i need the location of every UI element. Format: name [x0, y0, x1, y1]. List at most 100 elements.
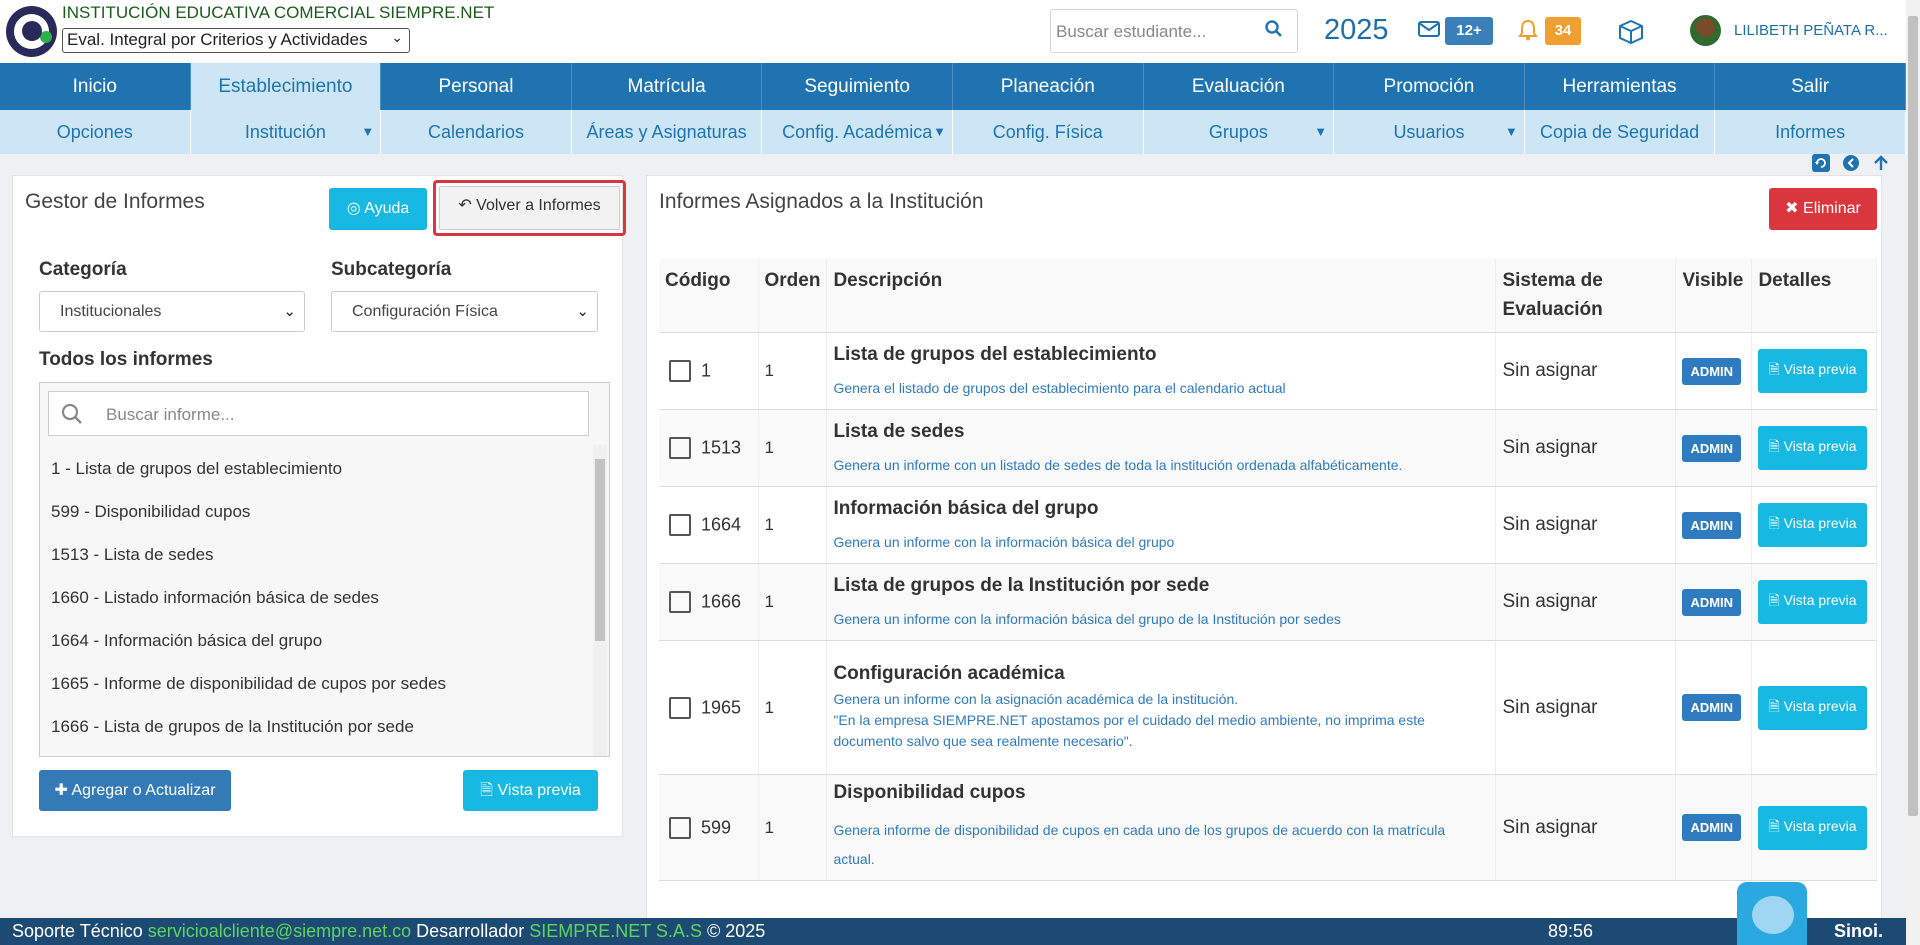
row-checkbox[interactable] [669, 696, 691, 719]
help-button[interactable]: ◎ Ayuda [329, 188, 427, 230]
nav-matricula[interactable]: Matrícula [572, 63, 763, 110]
mail-count-badge[interactable]: 12+ [1445, 17, 1493, 45]
nav-herramientas[interactable]: Herramientas [1525, 63, 1716, 110]
nav-promocion[interactable]: Promoción [1334, 63, 1525, 110]
nav-personal[interactable]: Personal [381, 63, 572, 110]
user-avatar[interactable] [1690, 15, 1721, 46]
preview-button[interactable]: 🗎 Vista previa [1758, 685, 1867, 730]
delete-button[interactable]: ✖ Eliminar [1769, 188, 1877, 230]
subnav-grupos[interactable]: Grupos ▼ [1144, 110, 1335, 154]
table-row: 599 1 Disponibilidad cupos Genera informe… [659, 774, 1877, 881]
list-item[interactable]: 1664 - Información básica del grupo [40, 619, 588, 662]
order-cell: 1 [758, 332, 828, 410]
envelope-icon[interactable] [1418, 21, 1440, 42]
main-nav: Inicio Establecimiento Personal Matrícul… [0, 63, 1906, 110]
row-checkbox[interactable] [669, 360, 691, 382]
brand-logo: Sinoi. [1834, 921, 1883, 941]
visibility-badge: ADMIN [1682, 814, 1742, 841]
preview-button[interactable]: 🗎 Vista previa [1758, 426, 1867, 470]
preview-button[interactable]: 🗎 Vista previa [1758, 349, 1867, 393]
description-cell: Disponibilidad cupos Genera informe de di… [826, 774, 1497, 881]
page-scrollbar[interactable] [1906, 0, 1920, 945]
preview-button-label: Vista previa [497, 782, 581, 799]
list-item[interactable]: 1 - Lista de grupos del establecimiento [40, 447, 588, 490]
search-icon[interactable] [1265, 20, 1283, 43]
report-code: 1965 [701, 697, 742, 717]
file-icon: 🗎 [480, 782, 494, 799]
category-select[interactable]: Institucionales ⌄ [39, 291, 305, 332]
details-cell: 🗎 Vista previa [1751, 563, 1877, 641]
add-update-button[interactable]: ✚ Agregar o Actualizar [39, 770, 231, 811]
system-cell: Sin asignar [1495, 409, 1677, 487]
report-search-input[interactable]: Buscar informe... [48, 391, 589, 436]
subnav-label: Áreas y Asignaturas [586, 122, 747, 142]
back-to-reports-button[interactable]: ↶ Volver a Informes [439, 186, 620, 230]
report-description: Genera informe de disponibilidad de cupo… [833, 821, 1446, 867]
nav-establecimiento[interactable]: Establecimiento [190, 63, 382, 110]
arrow-up-icon[interactable] [1872, 154, 1892, 174]
evaluation-select-value: Eval. Integral por Criterios y Actividad… [67, 30, 368, 49]
preview-button[interactable]: 🗎 Vista previa [463, 770, 598, 811]
row-checkbox[interactable] [669, 816, 691, 839]
subcategory-select-value: Configuración Física [352, 303, 498, 320]
subnav-config-fisica[interactable]: Config. Física [953, 110, 1144, 154]
nav-evaluacion[interactable]: Evaluación [1144, 63, 1335, 110]
preview-button[interactable]: 🗎 Vista previa [1758, 580, 1867, 624]
report-search-placeholder: Buscar informe... [106, 405, 235, 424]
subnav-opciones[interactable]: Opciones [0, 110, 191, 154]
developer-link[interactable]: SIEMPRE.NET S.A.S [529, 921, 702, 941]
code-cell: 1 [659, 332, 759, 410]
refresh-icon[interactable] [1812, 154, 1832, 174]
subnav-informes[interactable]: Informes [1715, 110, 1906, 154]
preview-button-label: Vista previa [1783, 361, 1857, 377]
list-item[interactable]: 1660 - Listado información básica de sed… [40, 576, 588, 619]
subnav-usuarios[interactable]: Usuarios ▼ [1334, 110, 1525, 154]
subnav-config-academica[interactable]: Config. Académica ▼ [762, 110, 953, 154]
list-scrollbar[interactable] [593, 445, 607, 756]
list-scrollbar-thumb[interactable] [595, 459, 605, 641]
preview-button[interactable]: 🗎 Vista previa [1758, 503, 1867, 547]
subnav-calendarios[interactable]: Calendarios [381, 110, 572, 154]
chat-widget-button[interactable] [1737, 882, 1807, 945]
back-circle-icon[interactable] [1842, 154, 1862, 174]
subcategory-select[interactable]: Configuración Física ⌄ [331, 291, 598, 332]
cube-icon[interactable] [1618, 19, 1644, 50]
student-search-input[interactable]: Buscar estudiante... [1050, 9, 1298, 53]
preview-button-label: Vista previa [1783, 817, 1857, 834]
evaluation-select[interactable]: Eval. Integral por Criterios y Actividad… [62, 28, 410, 53]
table-row: 1 1 Lista de grupos del establecimiento G… [659, 332, 1877, 410]
list-item[interactable]: 1666 - Lista de grupos de la Institución… [40, 705, 588, 748]
subnav-copia-seguridad[interactable]: Copia de Seguridad [1525, 110, 1716, 154]
panel-title: Informes Asignados a la Institución [659, 190, 984, 213]
chat-bubble-icon [1752, 896, 1794, 934]
support-email-link[interactable]: servicioalcliente@siempre.net.co [148, 921, 411, 941]
nav-inicio[interactable]: Inicio [0, 63, 191, 110]
bell-icon[interactable] [1518, 19, 1538, 46]
row-checkbox[interactable] [669, 514, 691, 536]
preview-button-label: Vista previa [1783, 438, 1857, 454]
row-checkbox[interactable] [669, 437, 691, 459]
row-checkbox[interactable] [669, 591, 691, 613]
nav-planeacion[interactable]: Planeación [953, 63, 1144, 110]
list-item[interactable]: 1665 - Informe de disponibilidad de cupo… [40, 662, 588, 705]
student-search-placeholder: Buscar estudiante... [1056, 22, 1207, 41]
close-icon: ✖ [1785, 200, 1799, 217]
nav-seguimiento[interactable]: Seguimiento [762, 63, 953, 110]
utility-icons [1812, 154, 1892, 174]
notification-count-badge[interactable]: 34 [1545, 17, 1581, 45]
subnav-areas[interactable]: Áreas y Asignaturas [572, 110, 763, 154]
user-name[interactable]: LILIBETH PEÑATA R... [1734, 22, 1888, 39]
list-item[interactable]: 599 - Disponibilidad cupos [40, 490, 588, 533]
order-cell: 1 [758, 640, 828, 775]
report-description: Genera un informe con la asignación acad… [833, 691, 1239, 707]
page-scrollbar-thumb[interactable] [1908, 16, 1918, 816]
subnav-institucion[interactable]: Institución ▼ [191, 110, 382, 154]
nav-salir[interactable]: Salir [1715, 63, 1906, 110]
year-label[interactable]: 2025 [1324, 14, 1389, 47]
report-title: Disponibilidad cupos [833, 781, 1026, 803]
list-item[interactable]: 1513 - Lista de sedes [40, 533, 588, 576]
visible-cell: ADMIN [1675, 774, 1753, 881]
preview-button[interactable]: 🗎 Vista previa [1758, 805, 1867, 850]
report-title: Lista de grupos del establecimiento [833, 343, 1157, 365]
column-header: Visible [1675, 258, 1753, 333]
